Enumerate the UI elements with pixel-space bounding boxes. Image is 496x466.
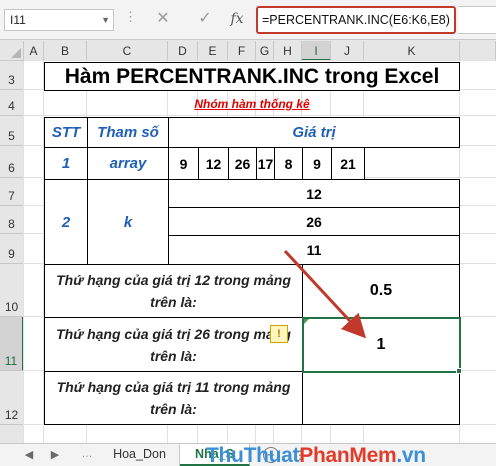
row-header[interactable]: 3 [0,61,24,90]
row-header[interactable]: 6 [0,146,24,178]
column-header[interactable]: J [331,41,364,61]
row-header[interactable]: 9 [0,234,24,264]
column-header[interactable]: D [168,41,198,61]
row-number: 7 [8,189,15,203]
column-header[interactable]: B [44,41,87,61]
row-number: 10 [4,300,19,314]
column-header[interactable]: K [364,41,460,61]
prev-sheet-icon[interactable]: ◀ [22,448,36,461]
column-header[interactable]: C [87,41,168,61]
row-number: 11 [4,354,18,368]
name-box[interactable]: I11 ▼ [4,9,114,31]
row-header[interactable]: 8 [0,206,24,234]
row-header[interactable]: 4 [0,90,24,116]
result-3-cell[interactable] [302,371,460,425]
array-value-cell[interactable]: 9 [168,147,199,180]
formula-bar-grip-icon: ⋮ [124,9,137,24]
array-value-cell[interactable]: 9 [302,147,332,180]
sheet-subtitle[interactable]: Nhóm hàm thống kê [44,93,460,115]
name-box-value: I11 [10,13,26,27]
enter-icon[interactable]: ✓ [194,8,216,30]
array-value-cell[interactable]: 8 [274,147,303,180]
name-box-dropdown-icon[interactable]: ▼ [101,10,110,30]
row-number: 8 [8,217,15,231]
grid-line [24,60,496,61]
param-array-cell[interactable]: array [87,147,169,180]
k-value-cell[interactable]: 26 [168,207,460,236]
formula-bar: I11 ▼ ⋮ ✕ ✓ fx =PERCENTRANK.INC(E6:K6,E8… [0,0,496,40]
watermark-part: ThuThuat [206,444,300,466]
header-value[interactable]: Giá trị [168,117,460,148]
watermark-part: .vn [396,444,426,466]
watermark-part: PhanMem [299,444,397,466]
row-header[interactable]: 13 [0,425,24,443]
tab-hoa-don[interactable]: Hoa_Don [100,444,180,466]
array-value-cell[interactable]: 17 [256,147,275,180]
header-stt[interactable]: STT [44,117,88,148]
question-1-cell[interactable]: Thứ hạng của giá trị 12 trong mảng trên … [44,264,303,318]
row-number: 4 [8,99,15,113]
select-all-corner[interactable] [0,41,24,61]
row-header[interactable]: 12 [0,371,24,425]
grid-line [23,61,24,443]
formula-input-extension[interactable] [458,6,496,34]
array-value-cell[interactable]: 26 [228,147,257,180]
row-header[interactable]: 10 [0,264,24,317]
result-1-cell[interactable]: 0.5 [302,264,460,318]
column-header[interactable]: I [302,41,331,61]
header-parameter[interactable]: Tham số [87,117,169,148]
stt-1-cell[interactable]: 1 [44,147,88,180]
fill-handle[interactable] [456,368,462,374]
insert-function-icon[interactable]: fx [226,8,248,30]
tabs-more-left-icon[interactable]: … [80,448,94,460]
question-3-cell[interactable]: Thứ hạng của giá trị 11 trong mảng trên … [44,371,303,425]
select-all-icon [11,48,21,58]
column-header[interactable]: F [228,41,256,61]
formula-input[interactable]: =PERCENTRANK.INC(E6:K6,E8) [256,6,456,34]
next-sheet-icon[interactable]: ▶ [48,448,62,461]
row-number: 12 [4,408,19,422]
row-number: 9 [8,247,15,261]
grid-line [24,115,496,116]
warning-icon[interactable]: ! [270,325,288,343]
k-value-cell[interactable]: 11 [168,235,460,265]
question-2-cell[interactable]: Thứ hạng của giá trị 26 trong mảng trên … [44,317,303,372]
k-value-cell[interactable]: 12 [168,179,460,208]
error-indicator-icon [304,319,309,324]
cancel-icon[interactable]: ✕ [152,8,174,30]
watermark: ThuThuatPhanMem.vn [206,444,426,466]
active-cell-selection[interactable] [302,317,461,373]
column-header[interactable]: E [198,41,228,61]
sheet-title[interactable]: Hàm PERCENTRANK.INC trong Excel [44,62,460,91]
array-value-cell[interactable]: 12 [198,147,229,180]
column-header-filler [460,41,496,61]
row-number: 6 [8,161,15,175]
row-number: 5 [8,129,15,143]
row-header[interactable]: 7 [0,178,24,206]
column-header[interactable]: G [256,41,274,61]
stt-2-cell[interactable]: 2 [44,179,88,265]
spreadsheet-grid[interactable]: ABCDEFGHIJK 345678910111213 Hàm PERCENTR… [0,41,496,443]
column-header[interactable]: A [24,41,44,61]
column-header[interactable]: H [274,41,302,61]
row-number: 3 [8,73,15,87]
row-header[interactable]: 11 [0,317,24,371]
param-k-cell[interactable]: k [87,179,169,265]
row-header[interactable]: 5 [0,116,24,146]
array-value-cell[interactable]: 21 [331,147,365,180]
